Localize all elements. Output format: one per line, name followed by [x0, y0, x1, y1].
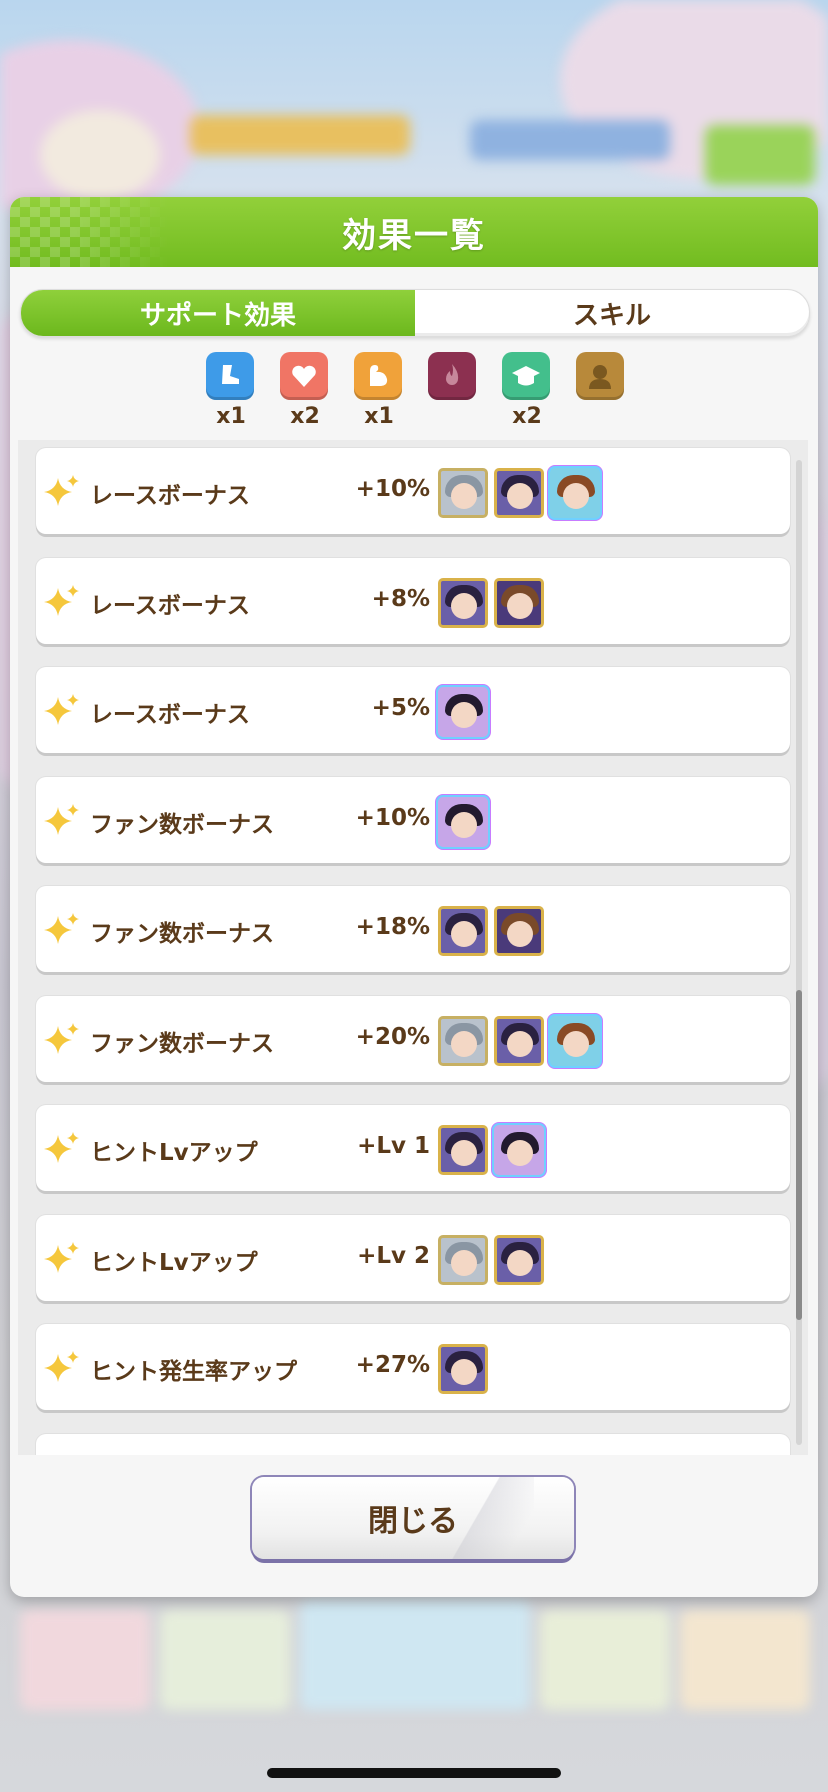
support-card-list [438, 577, 544, 630]
wisdom-cap-icon [502, 352, 550, 400]
effect-value: +10% [355, 804, 430, 831]
support-card-thumbnail[interactable] [438, 468, 488, 518]
effect-row: ファン数ボーナス +20% [36, 995, 790, 1082]
effect-label: レースボーナス [90, 592, 250, 619]
effect-row-partial [36, 1433, 790, 1455]
type-count [576, 404, 626, 430]
tab-support-effects[interactable]: サポート効果 [21, 290, 415, 336]
support-card-list [438, 468, 600, 520]
support-card-list [438, 1125, 544, 1177]
guts-flame-icon [428, 352, 476, 400]
support-card-thumbnail[interactable] [494, 1015, 544, 1066]
stamina-heart-icon [280, 352, 328, 400]
support-card-thumbnail[interactable] [494, 1234, 544, 1285]
support-card-list [438, 1344, 488, 1396]
effect-row: ファン数ボーナス +10% [36, 776, 790, 863]
sparkle-icon [42, 582, 82, 622]
close-button-label: 閉じる [368, 1504, 458, 1539]
support-card-thumbnail[interactable] [438, 1125, 488, 1175]
tab-bar: サポート効果 スキル [20, 289, 810, 337]
effect-value: +Lv 1 [357, 1133, 430, 1159]
effect-row: レースボーナス +10% [36, 448, 790, 534]
close-button[interactable]: 閉じる [252, 1477, 574, 1559]
sparkle-icon [42, 1020, 82, 1060]
effect-row: レースボーナス +8% [36, 557, 790, 644]
effect-row: ヒントLvアップ +Lv 1 [36, 1105, 790, 1191]
effect-value: +Lv 2 [357, 1242, 430, 1269]
speed-icon [206, 352, 254, 400]
modal-header: 効果一覧 [10, 197, 818, 267]
support-card-thumbnail[interactable] [438, 1234, 488, 1285]
type-count: x2 [290, 404, 320, 429]
support-card-thumbnail[interactable] [438, 906, 488, 956]
support-card-thumbnail[interactable] [550, 468, 600, 518]
effects-list[interactable]: レースボーナス +10% レースボーナス +8% レースボーナス +5% ファン数ボーナス +… [18, 440, 808, 1455]
friend-silhouette-icon [576, 352, 624, 400]
support-card-list [438, 1234, 544, 1287]
effect-label: ヒントLvアップ [90, 1249, 258, 1276]
effects-modal: 効果一覧 サポート効果 スキル x1 x2 x1 x2 レースボーナス +10%… [10, 197, 818, 1597]
effect-label: ヒント発生率アップ [90, 1359, 297, 1385]
support-card-list [438, 1015, 600, 1068]
effect-value: +18% [355, 914, 430, 940]
type-filter-guts[interactable] [428, 352, 478, 430]
tab-skills[interactable]: スキル [415, 290, 809, 336]
effect-label: ファン数ボーナス [90, 811, 274, 838]
effect-label: ヒントLvアップ [90, 1140, 258, 1166]
support-card-thumbnail[interactable] [438, 577, 488, 628]
sparkle-icon [42, 1129, 82, 1169]
type-filter-row: x1 x2 x1 x2 [10, 352, 818, 432]
effect-row: ヒント発生率アップ +27% [36, 1324, 790, 1410]
sparkle-icon [42, 1348, 82, 1388]
modal-title: 効果一覧 [342, 215, 486, 256]
support-card-list [438, 687, 488, 739]
effect-row: ヒントLvアップ +Lv 2 [36, 1214, 790, 1301]
effect-row: レースボーナス +5% [36, 667, 790, 753]
sparkle-icon [42, 1239, 82, 1279]
support-card-list [438, 906, 544, 958]
type-count: x1 [216, 404, 246, 429]
sparkle-icon [42, 910, 82, 950]
support-card-thumbnail[interactable] [438, 1015, 488, 1066]
support-card-list [438, 796, 488, 849]
type-filter-wisdom[interactable]: x2 [502, 352, 552, 430]
support-card-thumbnail[interactable] [494, 1125, 544, 1175]
effect-label: レースボーナス [90, 702, 250, 728]
type-filter-speed[interactable]: x1 [206, 352, 256, 430]
effect-row: ファン数ボーナス +18% [36, 886, 790, 972]
sparkle-icon [42, 801, 82, 841]
effect-value: +10% [355, 476, 430, 502]
support-card-thumbnail[interactable] [494, 906, 544, 956]
type-filter-stamina[interactable]: x2 [280, 352, 330, 430]
support-card-thumbnail[interactable] [438, 687, 488, 737]
effect-value: +8% [371, 585, 430, 612]
power-arm-icon [354, 352, 402, 400]
type-filter-friend[interactable] [576, 352, 626, 430]
header-pattern [10, 197, 170, 267]
home-indicator[interactable] [267, 1768, 561, 1778]
support-card-thumbnail[interactable] [494, 577, 544, 628]
support-card-thumbnail[interactable] [438, 796, 488, 847]
type-count: x1 [364, 404, 394, 429]
effect-value: +20% [355, 1023, 430, 1050]
support-card-thumbnail[interactable] [438, 1344, 488, 1394]
effect-value: +5% [371, 695, 430, 721]
effect-label: ファン数ボーナス [90, 1030, 274, 1057]
sparkle-icon [42, 691, 82, 731]
support-card-thumbnail[interactable] [550, 1015, 600, 1066]
type-count: x2 [512, 404, 542, 429]
type-filter-power[interactable]: x1 [354, 352, 404, 430]
support-card-thumbnail[interactable] [494, 468, 544, 518]
effect-label: レースボーナス [90, 483, 250, 509]
scrollbar-thumb[interactable] [796, 990, 802, 1320]
type-count [428, 404, 478, 430]
effect-label: ファン数ボーナス [90, 921, 274, 947]
effect-value: +27% [355, 1352, 430, 1378]
sparkle-icon [42, 472, 82, 512]
